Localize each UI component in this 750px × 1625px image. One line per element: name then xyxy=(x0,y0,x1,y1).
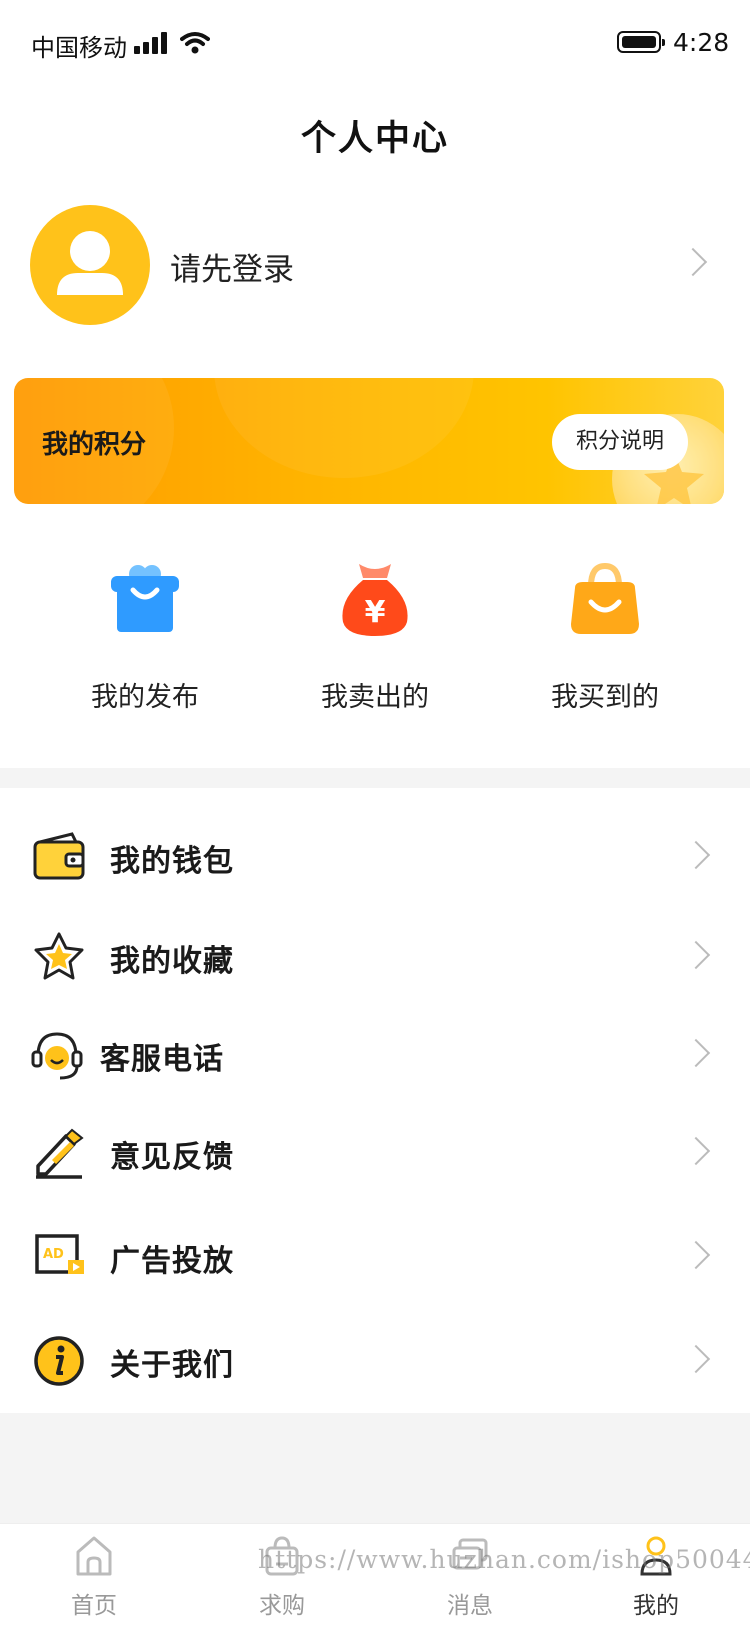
menu-item-label: 我的钱包 xyxy=(110,844,234,879)
chevron-right-icon xyxy=(681,1240,711,1270)
watermark: https://www.huzhan.com/ishop50044 xyxy=(258,1545,750,1574)
tab-bar: 首页 求购 消息 我的 xyxy=(0,1523,750,1625)
wallet-icon xyxy=(33,832,85,880)
wifi-icon xyxy=(180,32,210,54)
chevron-right-icon xyxy=(681,1344,711,1374)
clock: 4:28 xyxy=(673,28,730,57)
quick-item-label: 我的发布 xyxy=(91,682,199,713)
tab-messages[interactable]: 消息 xyxy=(376,1524,564,1625)
shopping-bag-icon xyxy=(571,562,639,634)
menu-item-label: 意见反馈 xyxy=(110,1140,234,1175)
tab-label: 我的 xyxy=(633,1593,679,1619)
menu-item-service-phone[interactable]: 客服电话 xyxy=(0,1006,750,1102)
tab-label: 首页 xyxy=(71,1593,117,1619)
menu-item-label: 我的收藏 xyxy=(110,944,234,979)
svg-text:¥: ¥ xyxy=(365,595,386,630)
headset-icon xyxy=(31,1032,83,1080)
info-icon xyxy=(34,1336,84,1386)
menu-item-feedback[interactable]: 意见反馈 xyxy=(0,1104,750,1200)
points-card[interactable]: 我的积分 积分说明 xyxy=(14,378,724,504)
tab-label: 消息 xyxy=(447,1593,493,1619)
carrier-name: 中国移动 xyxy=(31,34,127,62)
star-icon xyxy=(34,932,84,980)
menu-list: 我的钱包 我的收藏 客服电话 意见反馈 AD 广告投放 关于我们 xyxy=(0,788,750,1413)
tab-wanted[interactable]: 求购 xyxy=(188,1524,376,1625)
menu-item-favorites[interactable]: 我的收藏 xyxy=(0,908,750,1004)
profile-row[interactable]: 请先登录 xyxy=(0,200,750,325)
status-bar: 中国移动 4:28 xyxy=(0,0,750,86)
login-prompt[interactable]: 请先登录 xyxy=(170,244,294,289)
chevron-right-icon xyxy=(678,247,708,277)
quick-item-bought[interactable]: 我买到的 xyxy=(505,560,705,713)
svg-text:AD: AD xyxy=(43,1247,64,1262)
menu-item-label: 广告投放 xyxy=(110,1244,234,1279)
menu-item-label: 关于我们 xyxy=(110,1348,234,1383)
chevron-right-icon xyxy=(681,1038,711,1068)
menu-item-label: 客服电话 xyxy=(100,1042,224,1077)
tab-home[interactable]: 首页 xyxy=(0,1524,188,1625)
quick-item-label: 我买到的 xyxy=(551,682,659,713)
menu-item-wallet[interactable]: 我的钱包 xyxy=(0,808,750,904)
edit-icon xyxy=(36,1128,84,1179)
menu-item-advertising[interactable]: AD 广告投放 xyxy=(0,1208,750,1304)
quick-item-published[interactable]: 我的发布 xyxy=(45,560,245,713)
points-info-button[interactable]: 积分说明 xyxy=(552,414,688,470)
money-bag-icon: ¥ xyxy=(342,564,408,636)
signal-icon xyxy=(134,32,168,54)
chevron-right-icon xyxy=(681,940,711,970)
user-avatar-icon xyxy=(57,231,123,295)
home-icon xyxy=(76,1536,112,1576)
battery-icon xyxy=(617,31,665,53)
avatar[interactable] xyxy=(30,205,150,325)
page-title: 个人中心 xyxy=(300,119,449,159)
shopping-basket-icon xyxy=(111,565,179,632)
points-label: 我的积分 xyxy=(42,430,147,460)
ad-icon: AD xyxy=(35,1234,84,1274)
menu-item-about-us[interactable]: 关于我们 xyxy=(0,1312,750,1408)
page-background-spacer xyxy=(0,1413,750,1523)
section-divider xyxy=(0,768,750,788)
quick-actions: 我的发布 ¥ 我卖出的 我买到的 xyxy=(0,560,750,713)
decor-circle xyxy=(214,378,474,478)
chevron-right-icon xyxy=(681,1136,711,1166)
chevron-right-icon xyxy=(681,840,711,870)
tab-mine[interactable]: 我的 xyxy=(562,1524,750,1625)
tab-label: 求购 xyxy=(259,1593,305,1619)
quick-item-label: 我卖出的 xyxy=(321,682,429,713)
quick-item-sold[interactable]: ¥ 我卖出的 xyxy=(275,560,475,713)
